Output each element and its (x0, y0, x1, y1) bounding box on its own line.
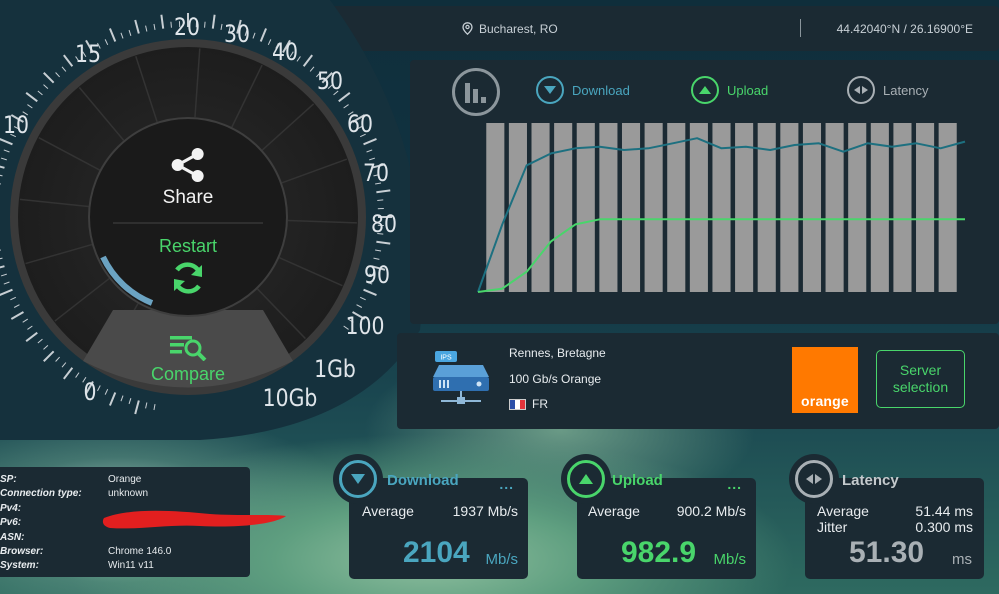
location-city: Bucharest, RO (462, 22, 558, 36)
info-key: ASN: (0, 531, 25, 543)
chart-bar (735, 123, 754, 292)
gauge-tick (170, 21, 172, 28)
upload-speed-unit: Mb/s (713, 551, 746, 568)
gauge-tick (204, 21, 206, 28)
download-arrow-icon (339, 460, 377, 498)
compare-label: Compare (150, 364, 226, 384)
scale-label-70: 70 (363, 159, 389, 187)
connection-info-panel: SP: Orange Connection type: unknown Pv4: Pv6:… (0, 467, 286, 577)
scale-label-100: 100 (345, 312, 385, 340)
upload-card-title: Upload (612, 472, 663, 489)
scale-label-0: 0 (83, 378, 97, 406)
redaction-mark (102, 510, 286, 529)
scale-label-80: 80 (371, 210, 397, 238)
latency-card-title: Latency (842, 472, 899, 489)
jitter-value: 0.300 ms (915, 519, 973, 535)
download-average-label: Average (362, 503, 414, 519)
gauge-tick (377, 199, 384, 201)
speed-gauge: 0 10 15 20 30 40 50 60 70 80 90 100 1Gb … (0, 0, 440, 440)
france-flag-icon (509, 398, 526, 410)
info-key: SP: (0, 474, 17, 485)
info-value: unknown (108, 488, 149, 500)
download-speed-value: 2104 (403, 536, 470, 569)
upload-arrow-icon (567, 460, 605, 498)
server-country: FR (509, 397, 548, 411)
scale-label-15: 15 (75, 40, 101, 68)
server-capacity: 100 Gb/s Orange (509, 372, 602, 386)
scale-label-20: 20 (174, 13, 200, 41)
download-badge (333, 454, 383, 504)
latency-badge (789, 454, 839, 504)
compare-button[interactable]: Compare (151, 333, 225, 385)
restart-label: Restart (158, 236, 218, 256)
compare-icon (170, 336, 207, 362)
server-icon: IPS (433, 351, 489, 404)
scale-label-10: 10 (3, 111, 29, 139)
share-label: Share (162, 187, 214, 208)
isp-logo: orange (792, 347, 858, 413)
chart-bar (486, 123, 505, 292)
refresh-icon (173, 262, 203, 294)
info-value: Win11 v11 (108, 560, 154, 572)
scale-label-90: 90 (364, 261, 390, 289)
server-selection-button[interactable]: Server selection (876, 350, 965, 408)
latency-result-card: Latency Average 51.44 ms Jitter 0.300 ms… (789, 454, 984, 579)
info-key: Browser: (0, 546, 44, 557)
server-country-label: FR (532, 397, 548, 411)
chart-bar (554, 123, 573, 292)
isp-logo-text: orange (801, 393, 849, 409)
divider (800, 19, 801, 37)
upload-badge (561, 454, 611, 504)
upload-average-value: 900.2 Mb/s (676, 503, 746, 519)
chart-bar (893, 123, 912, 292)
info-key: Pv6: (0, 517, 22, 529)
server-panel: IPS Rennes, Bretagne 100 Gb/s Orange FR … (397, 333, 999, 429)
upload-result-card: Upload ... Average 900.2 Mb/s 982.9 Mb/s (561, 454, 756, 579)
info-key: Pv4: (0, 502, 22, 514)
info-value: Chrome 146.0 (108, 546, 172, 557)
scale-label-60: 60 (347, 110, 373, 138)
city-label: Bucharest, RO (479, 21, 558, 36)
upload-more-button[interactable]: ... (727, 476, 742, 492)
chart-bar (802, 123, 822, 292)
scale-label-10gb: 10Gb (262, 384, 318, 412)
chart-bar (531, 123, 550, 292)
share-button[interactable]: Share (162, 146, 214, 209)
scale-label-40: 40 (272, 38, 298, 66)
latency-unit: ms (952, 551, 972, 568)
speed-chart (477, 123, 966, 293)
latency-arrows-icon (795, 460, 833, 498)
download-speed-unit: Mb/s (485, 551, 518, 568)
chart-bar (689, 123, 708, 292)
info-key: Connection type: (0, 488, 82, 500)
scale-label-50: 50 (317, 67, 343, 95)
download-result-card: Download ... Average 1937 Mb/s 2104 Mb/s (333, 454, 528, 579)
download-card-title: Download (387, 472, 459, 489)
restart-button[interactable]: Restart (159, 236, 217, 302)
speed-graph-panel: Download Upload Latency (410, 60, 999, 324)
scale-label-30: 30 (224, 20, 250, 48)
download-average-value: 1937 Mb/s (452, 503, 518, 519)
chart-bar (667, 123, 686, 292)
latency-value: 51.30 (849, 536, 925, 569)
jitter-label: Jitter (817, 519, 848, 535)
chart-bar (916, 123, 935, 292)
latency-average-value: 51.44 ms (915, 503, 973, 519)
upload-average-label: Average (588, 503, 640, 519)
latency-average-label: Average (817, 503, 869, 519)
chart-bar (870, 123, 889, 292)
chart-bar (508, 123, 527, 292)
coordinates-label: 44.42040°N / 26.16900°E (836, 21, 973, 36)
server-city: Rennes, Bretagne (509, 346, 606, 360)
info-key: System: (0, 560, 39, 572)
scale-label-1gb: 1Gb (314, 355, 356, 383)
map-pin-icon (462, 22, 473, 35)
upload-speed-value: 982.9 (621, 536, 697, 569)
download-more-button[interactable]: ... (499, 476, 514, 492)
share-icon (171, 148, 204, 182)
server-badge-text: IPS (440, 355, 452, 362)
info-value: Orange (108, 474, 142, 485)
